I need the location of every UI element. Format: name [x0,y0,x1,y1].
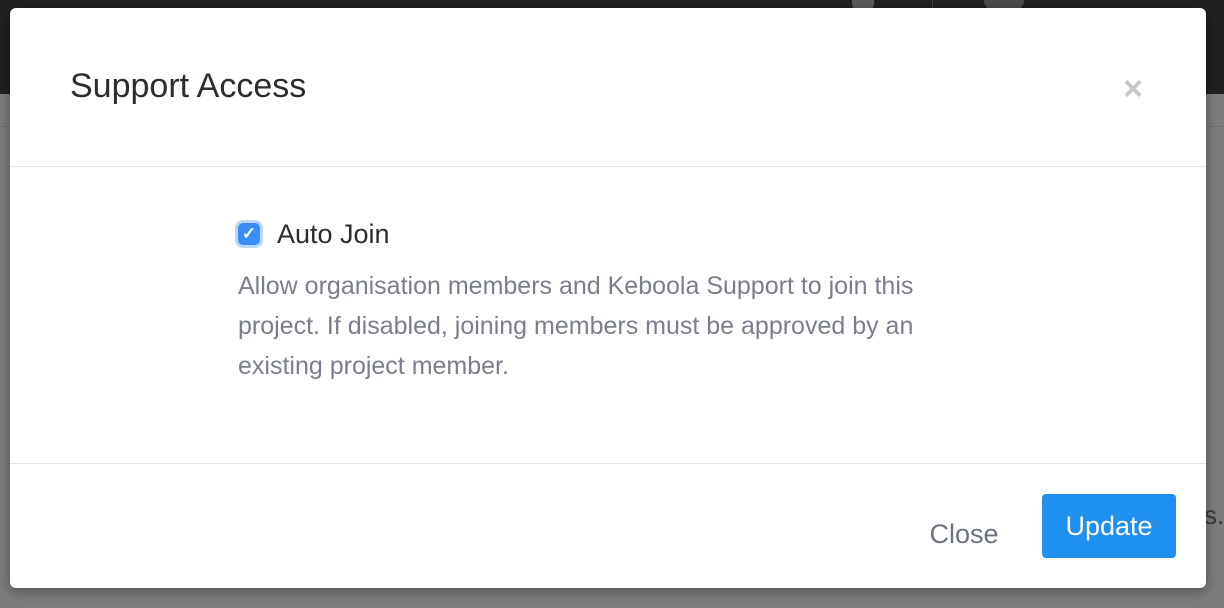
update-button[interactable]: Update [1042,494,1176,558]
modal-header: Support Access × [10,8,1206,167]
modal-title: Support Access [70,67,307,105]
support-access-modal: Support Access × ✓ Auto Join Allow organ… [10,8,1206,588]
modal-body: ✓ Auto Join Allow organisation members a… [10,167,1206,464]
close-button[interactable]: Close [914,502,1014,566]
background-text-fragment: s. [1204,500,1224,530]
close-icon[interactable]: × [1118,72,1148,106]
auto-join-checkbox[interactable]: ✓ [238,223,260,245]
auto-join-help-text: Allow organisation members and Keboola S… [238,272,914,380]
auto-join-option[interactable]: ✓ Auto Join [238,219,390,249]
background-separator [932,0,933,8]
auto-join-label[interactable]: Auto Join [277,219,390,249]
modal-footer: Close Update [10,464,1206,588]
